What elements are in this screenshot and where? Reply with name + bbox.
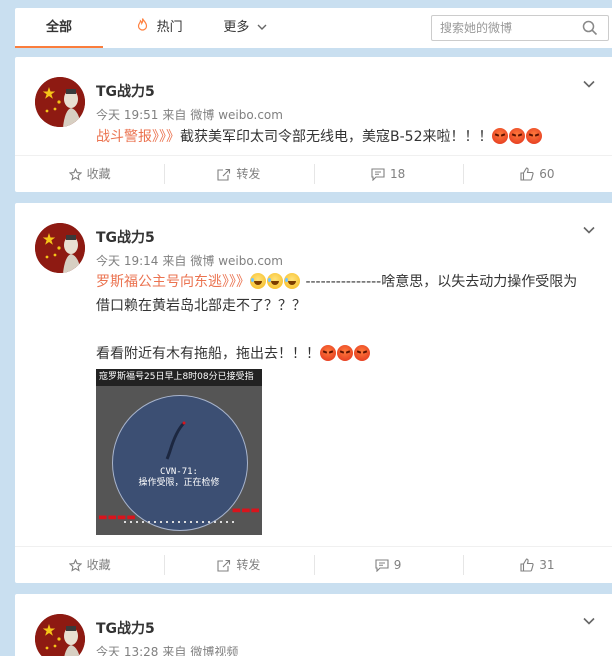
- image-dots: [124, 521, 234, 523]
- source-prefix: 来自: [162, 645, 187, 656]
- collect-button[interactable]: 收藏: [15, 555, 164, 575]
- angry-emoji-icon: [509, 128, 526, 144]
- search-input[interactable]: [440, 16, 580, 40]
- radar-circle: [112, 395, 248, 531]
- tab-hot[interactable]: 热门: [125, 8, 195, 48]
- tab-all[interactable]: 全部: [15, 8, 103, 48]
- post-source[interactable]: 微博视频: [190, 645, 238, 656]
- star-icon: [68, 558, 82, 572]
- post-meta: 今天 13:28 来自 微博视频: [96, 643, 242, 656]
- post-time[interactable]: 今天 13:28: [96, 645, 158, 656]
- avatar[interactable]: [35, 77, 85, 127]
- collect-label: 收藏: [86, 167, 111, 181]
- repost-label: 转发: [236, 558, 261, 572]
- post-body: 借口赖在黄岩岛北部走不了？？？: [96, 298, 306, 314]
- comment-count: 9: [393, 558, 402, 572]
- username[interactable]: TG战力5: [96, 227, 155, 247]
- source-prefix: 来自: [162, 254, 187, 268]
- repost-button[interactable]: 转发: [164, 164, 313, 184]
- username[interactable]: TG战力5: [96, 618, 155, 638]
- image-title: 寇罗斯福号25日早上8时08分已接受指: [96, 369, 262, 386]
- tab-more-label: 更多: [223, 20, 250, 35]
- ship-track-icon: [165, 421, 186, 460]
- laughing-emoji-icon: [250, 273, 266, 289]
- post-time[interactable]: 今天 19:51: [96, 108, 158, 122]
- collect-button[interactable]: 收藏: [15, 164, 164, 184]
- angry-emoji-icon: [337, 345, 353, 361]
- comment-button[interactable]: 9: [313, 555, 463, 575]
- source-prefix: 来自: [162, 108, 187, 122]
- star-icon: [68, 167, 82, 181]
- angry-emoji-icon: [526, 128, 543, 144]
- comment-icon: [375, 559, 389, 573]
- feed-card: TG战力5 今天 19:14 来自 微博 weibo.com 罗斯福公主号向东逃》》…: [15, 203, 612, 583]
- thumbs-up-icon: [520, 558, 534, 572]
- image-watermark: ▬▬▬: [231, 505, 260, 516]
- post-body: ---------------啥意思，以失去动力操作受限为: [301, 274, 578, 290]
- image-caption-line: 操作受限，正在检修: [138, 478, 220, 488]
- flame-icon: [137, 18, 152, 35]
- post-source[interactable]: 微博 weibo.com: [190, 108, 283, 122]
- repost-icon: [217, 168, 231, 181]
- post-actions: 收藏 转发 9 31: [15, 546, 612, 583]
- chevron-down-icon[interactable]: [582, 614, 596, 628]
- image-caption: CVN-71: 操作受限，正在检修: [96, 467, 262, 489]
- chevron-down-icon: [257, 9, 267, 49]
- search-box: [431, 15, 609, 41]
- like-button[interactable]: 60: [462, 164, 612, 184]
- avatar[interactable]: [35, 223, 85, 273]
- comment-count: 18: [389, 167, 406, 181]
- angry-emoji-icon: [320, 345, 336, 361]
- post-image[interactable]: 寇罗斯福号25日早上8时08分已接受指 CVN-71: 操作受限，正在检修 ▬▬…: [96, 369, 262, 535]
- post-meta: 今天 19:51 来自 微博 weibo.com: [96, 106, 287, 123]
- post-body: 看看附近有木有拖船，拖出去！！！: [96, 346, 320, 362]
- repost-button[interactable]: 转发: [164, 555, 313, 575]
- username[interactable]: TG战力5: [96, 81, 155, 101]
- avatar[interactable]: [35, 614, 85, 656]
- post-text: 罗斯福公主号向东逃》》》 ---------------啥意思，以失去动力操作受…: [96, 270, 596, 366]
- thumbs-up-icon: [520, 167, 534, 181]
- post-body: 截获美军印太司令部无线电，美寇B-52来啦！！！: [180, 129, 493, 145]
- post-topic-link[interactable]: 战斗警报》》》: [96, 129, 180, 145]
- chevron-down-icon[interactable]: [582, 77, 596, 91]
- tab-all-label: 全部: [45, 20, 72, 35]
- comment-button[interactable]: 18: [313, 164, 463, 184]
- tab-more[interactable]: 更多: [215, 8, 275, 48]
- feed-tab-bar: 全部 热门 更多: [15, 8, 612, 48]
- comment-icon: [371, 168, 385, 182]
- post-topic-link[interactable]: 罗斯福公主号向东逃》》》: [96, 274, 250, 290]
- image-caption-line: CVN-71:: [160, 467, 198, 477]
- chevron-down-icon[interactable]: [582, 223, 596, 237]
- post-time[interactable]: 今天 19:14: [96, 254, 158, 268]
- angry-emoji-icon: [492, 128, 509, 144]
- like-count: 31: [539, 558, 555, 572]
- laughing-emoji-icon: [267, 273, 283, 289]
- search-icon[interactable]: [582, 20, 598, 40]
- like-count: 60: [539, 167, 555, 181]
- collect-label: 收藏: [86, 558, 111, 572]
- feed-card: TG战力5 今天 19:51 来自 微博 weibo.com 战斗警报》》》截获美军…: [15, 57, 612, 192]
- post-meta: 今天 19:14 来自 微博 weibo.com: [96, 252, 287, 269]
- tab-hot-label: 热门: [156, 20, 183, 35]
- post-actions: 收藏 转发 18 60: [15, 155, 612, 192]
- angry-emoji-icon: [354, 345, 370, 361]
- repost-icon: [217, 559, 231, 572]
- like-button[interactable]: 31: [462, 555, 612, 575]
- post-text: 战斗警报》》》截获美军印太司令部无线电，美寇B-52来啦！！！: [96, 125, 596, 149]
- laughing-emoji-icon: [284, 273, 300, 289]
- feed-card: TG战力5 今天 13:28 来自 微博视频: [15, 594, 612, 656]
- post-source[interactable]: 微博 weibo.com: [190, 254, 283, 268]
- repost-label: 转发: [236, 167, 261, 181]
